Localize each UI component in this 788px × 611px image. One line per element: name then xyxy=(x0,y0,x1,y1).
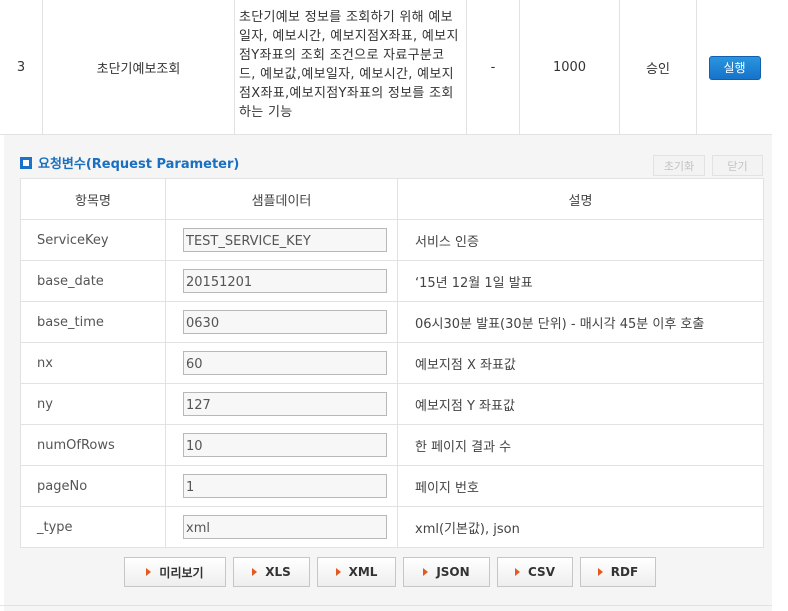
table-row: base_date ‘15년 12월 1일 발표 xyxy=(20,260,764,302)
preview-button[interactable]: 미리보기 xyxy=(124,557,226,587)
close-button[interactable]: 닫기 xyxy=(712,155,763,176)
operation-run-cell: 실행 xyxy=(697,0,772,135)
operation-row: 3 초단기예보조회 초단기예보 정보를 조회하기 위해 예보일자, 예보시간, … xyxy=(0,0,772,135)
panel-title-text: 요청변수(Request Parameter) xyxy=(38,157,240,172)
operation-status: 승인 xyxy=(620,0,697,135)
parameter-table: 항목명 샘플데이터 설명 ServiceKey 서비스 인증 base_date… xyxy=(20,178,764,548)
preview-button-label: 미리보기 xyxy=(159,565,204,580)
table-row: ny 예보지점 Y 좌표값 xyxy=(20,383,764,425)
param-description: 페이지 번호 xyxy=(397,465,764,507)
param-name: pageNo xyxy=(20,465,166,507)
arrow-right-icon xyxy=(146,568,152,576)
param-value-input[interactable] xyxy=(183,310,387,334)
param-name: _type xyxy=(20,506,166,548)
operation-description: 초단기예보 정보를 조회하기 위해 예보일자, 예보시간, 예보지점X좌표, 예… xyxy=(235,0,467,135)
param-value-input[interactable] xyxy=(183,515,387,539)
param-description: 예보지점 Y 좌표값 xyxy=(397,383,764,425)
xml-button-label: XML xyxy=(348,565,378,579)
operation-name: 초단기예보조회 xyxy=(43,0,235,135)
operation-traffic: 1000 xyxy=(520,0,620,135)
rdf-button[interactable]: RDF xyxy=(580,557,656,587)
request-parameter-panel: 요청변수(Request Parameter) 초기화 닫기 항목명 샘플데이터… xyxy=(4,135,772,611)
param-description: ‘15년 12월 1일 발표 xyxy=(397,260,764,302)
param-name: base_date xyxy=(20,260,166,302)
xml-button[interactable]: XML xyxy=(317,557,396,587)
csv-button-label: CSV xyxy=(528,565,555,579)
table-row: base_time 06시30분 발표(30분 단위) - 매시각 45분 이후… xyxy=(20,301,764,343)
param-value-input[interactable] xyxy=(183,269,387,293)
xls-button-label: XLS xyxy=(265,565,291,579)
table-row: nx 예보지점 X 좌표값 xyxy=(20,342,764,384)
json-button[interactable]: JSON xyxy=(403,557,490,587)
table-row: numOfRows 한 페이지 결과 수 xyxy=(20,424,764,466)
run-button[interactable]: 실행 xyxy=(708,55,761,80)
param-name: nx xyxy=(20,342,166,384)
header-sample-data: 샘플데이터 xyxy=(165,178,398,220)
param-value-input[interactable] xyxy=(183,228,387,252)
header-item-name: 항목명 xyxy=(20,178,166,220)
reset-button[interactable]: 초기화 xyxy=(653,155,705,176)
format-button-group: 미리보기 XLS XML JSON CSV RDF xyxy=(124,557,656,587)
arrow-right-icon xyxy=(515,568,521,576)
table-row: ServiceKey 서비스 인증 xyxy=(20,219,764,261)
table-row: pageNo 페이지 번호 xyxy=(20,465,764,507)
header-description: 설명 xyxy=(397,178,764,220)
param-value-input[interactable] xyxy=(183,433,387,457)
csv-button[interactable]: CSV xyxy=(497,557,573,587)
panel-title: 요청변수(Request Parameter) xyxy=(20,153,239,172)
param-name: ny xyxy=(20,383,166,425)
bottom-divider xyxy=(0,605,772,606)
arrow-right-icon xyxy=(597,568,603,576)
param-value-input[interactable] xyxy=(183,351,387,375)
param-value-input[interactable] xyxy=(183,392,387,416)
rdf-button-label: RDF xyxy=(610,565,639,579)
param-description: 한 페이지 결과 수 xyxy=(397,424,764,466)
square-bullet-icon xyxy=(20,156,32,169)
param-name: base_time xyxy=(20,301,166,343)
table-header-row: 항목명 샘플데이터 설명 xyxy=(20,178,764,220)
table-row: _type xml(기본값), json xyxy=(20,506,764,548)
param-description: 예보지점 X 좌표값 xyxy=(397,342,764,384)
param-description: 서비스 인증 xyxy=(397,219,764,261)
json-button-label: JSON xyxy=(436,565,470,579)
arrow-right-icon xyxy=(335,568,341,576)
operation-dash: - xyxy=(467,0,520,135)
param-name: ServiceKey xyxy=(20,219,166,261)
param-value-input[interactable] xyxy=(183,474,387,498)
param-name: numOfRows xyxy=(20,424,166,466)
param-description: xml(기본값), json xyxy=(397,506,764,548)
arrow-right-icon xyxy=(423,568,429,576)
xls-button[interactable]: XLS xyxy=(233,557,310,587)
arrow-right-icon xyxy=(252,568,258,576)
param-description: 06시30분 발표(30분 단위) - 매시각 45분 이후 호출 xyxy=(397,301,764,343)
operation-number: 3 xyxy=(0,0,43,135)
